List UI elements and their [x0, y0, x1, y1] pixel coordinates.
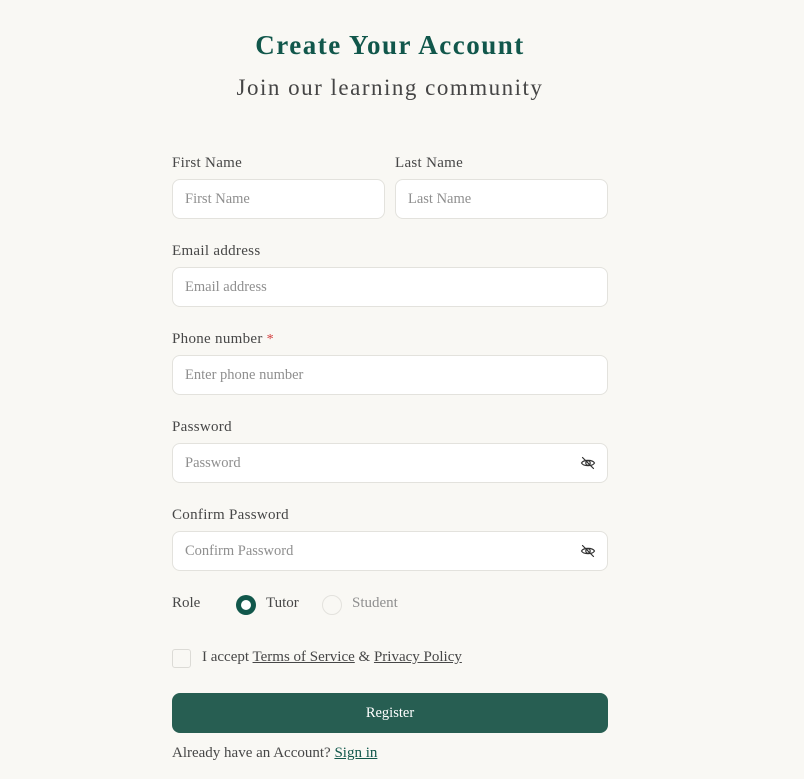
eye-off-icon[interactable] — [580, 543, 596, 559]
terms-checkbox[interactable] — [172, 649, 191, 668]
first-name-label: First Name — [172, 155, 243, 171]
last-name-input[interactable] — [395, 179, 608, 219]
signin-prompt-text: Already have an Account? — [172, 745, 331, 761]
role-tutor-radio[interactable] — [236, 595, 256, 615]
page-title: Create Your Account — [255, 30, 525, 60]
last-name-label: Last Name — [395, 155, 464, 171]
role-tutor-label[interactable]: Tutor — [266, 595, 299, 612]
password-label: Password — [172, 419, 232, 435]
phone-label-text: Phone number — [172, 331, 263, 347]
terms-separator: & — [358, 649, 371, 665]
page-subtitle: Join our learning community — [236, 75, 544, 100]
role-student-radio[interactable] — [322, 595, 342, 615]
role-student-label[interactable]: Student — [352, 595, 398, 612]
sign-in-link[interactable]: Sign in — [334, 745, 377, 761]
phone-input[interactable] — [172, 355, 608, 395]
password-input[interactable] — [172, 443, 608, 483]
privacy-policy-link[interactable]: Privacy Policy — [374, 649, 462, 665]
terms-of-service-link[interactable]: Terms of Service — [253, 649, 355, 665]
first-name-input[interactable] — [172, 179, 385, 219]
required-marker: * — [266, 332, 274, 347]
phone-label: Phone number * — [172, 331, 274, 348]
email-input[interactable] — [172, 267, 608, 307]
confirm-password-input[interactable] — [172, 531, 608, 571]
register-button[interactable]: Register — [172, 693, 608, 733]
terms-text: I accept Terms of Service & Privacy Poli… — [202, 649, 462, 666]
terms-prefix: I accept — [202, 649, 250, 665]
signin-prompt: Already have an Account? Sign in — [172, 745, 377, 762]
confirm-password-label: Confirm Password — [172, 507, 289, 523]
email-label: Email address — [172, 243, 261, 259]
eye-off-icon[interactable] — [580, 455, 596, 471]
role-label: Role — [172, 595, 201, 611]
